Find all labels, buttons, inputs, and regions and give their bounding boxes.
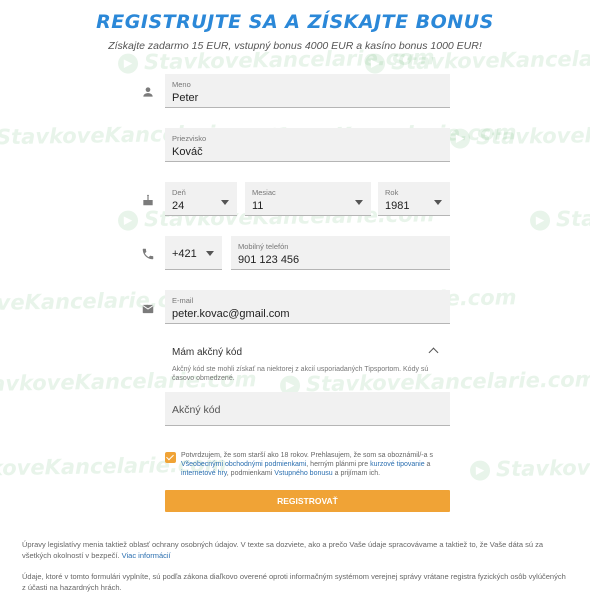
page-subtitle: Získajte zadarmo 15 EUR, vstupný bonus 4… bbox=[108, 40, 482, 52]
chevron-down-icon bbox=[355, 200, 363, 205]
phone-value: 901 123 456 bbox=[238, 254, 300, 266]
last-name-label: Priezvisko bbox=[172, 134, 207, 143]
day-value: 24 bbox=[172, 200, 185, 212]
more-info-link[interactable]: Viac informácií bbox=[122, 551, 171, 560]
promo-code-input[interactable]: Akčný kód bbox=[165, 392, 450, 426]
month-label: Mesiac bbox=[252, 188, 276, 197]
phone-icon bbox=[142, 248, 154, 260]
internet-games-link[interactable]: internetové hry bbox=[181, 470, 227, 477]
register-button[interactable]: REGISTROVAŤ bbox=[165, 490, 450, 512]
email-input[interactable]: E-mail peter.kovac@gmail.com bbox=[165, 290, 450, 324]
first-name-value: Peter bbox=[172, 92, 199, 104]
consent-checkbox[interactable] bbox=[165, 452, 176, 463]
first-name-field[interactable]: Meno Peter bbox=[165, 74, 450, 108]
first-name-label: Meno bbox=[172, 80, 191, 89]
last-name-field[interactable]: Priezvisko Kováč bbox=[165, 128, 450, 162]
footer-verification-text: Údaje, ktoré v tomto formulári vyplníte,… bbox=[22, 572, 566, 592]
terms-link[interactable]: Všeobecnými obchodnými podmienkami bbox=[181, 461, 306, 468]
month-select[interactable]: Mesiac 11 bbox=[245, 182, 371, 216]
day-label: Deň bbox=[172, 188, 186, 197]
chevron-down-icon bbox=[434, 200, 442, 205]
person-icon bbox=[143, 87, 153, 97]
chevron-down-icon bbox=[221, 200, 229, 205]
footer-privacy-text: Úpravy legislatívy menia taktiež oblasť … bbox=[22, 540, 544, 560]
consent-text: Potvrdzujem, že som starší ako 18 rokov.… bbox=[181, 452, 433, 477]
phone-label: Mobilný telefón bbox=[238, 242, 289, 251]
day-select[interactable]: Deň 24 bbox=[165, 182, 237, 216]
cake-icon bbox=[143, 194, 153, 206]
watermark: StavkoveKancelarie.com bbox=[530, 202, 590, 232]
year-select[interactable]: Rok 1981 bbox=[378, 182, 450, 216]
year-value: 1981 bbox=[385, 200, 410, 212]
chevron-up-icon[interactable] bbox=[428, 347, 439, 358]
entry-bonus-link[interactable]: Vstupného bonusu bbox=[274, 470, 332, 477]
watermark: StavkoveKancelarie.com bbox=[470, 452, 590, 482]
email-label: E-mail bbox=[172, 296, 194, 305]
phone-prefix-select[interactable]: +421 bbox=[165, 236, 222, 270]
email-value: peter.kovac@gmail.com bbox=[172, 308, 290, 320]
page-title: REGISTRUJTE SA A ZÍSKAJTE BONUS bbox=[96, 11, 494, 33]
phone-prefix-value: +421 bbox=[172, 248, 197, 260]
betting-plan-link[interactable]: kurzové tipovanie bbox=[370, 461, 424, 468]
last-name-value: Kováč bbox=[172, 146, 203, 158]
phone-input[interactable]: Mobilný telefón 901 123 456 bbox=[231, 236, 450, 270]
month-value: 11 bbox=[252, 200, 264, 212]
chevron-down-icon bbox=[206, 251, 214, 256]
promo-code-description: Akčný kód ste mohli získať na niektorej … bbox=[172, 366, 429, 382]
promo-code-toggle[interactable]: Mám akčný kód bbox=[172, 347, 242, 358]
watermark: StavkoveKancelarie.com bbox=[450, 120, 590, 150]
promo-code-placeholder: Akčný kód bbox=[172, 404, 221, 416]
mail-icon bbox=[142, 304, 154, 314]
year-label: Rok bbox=[385, 188, 399, 197]
